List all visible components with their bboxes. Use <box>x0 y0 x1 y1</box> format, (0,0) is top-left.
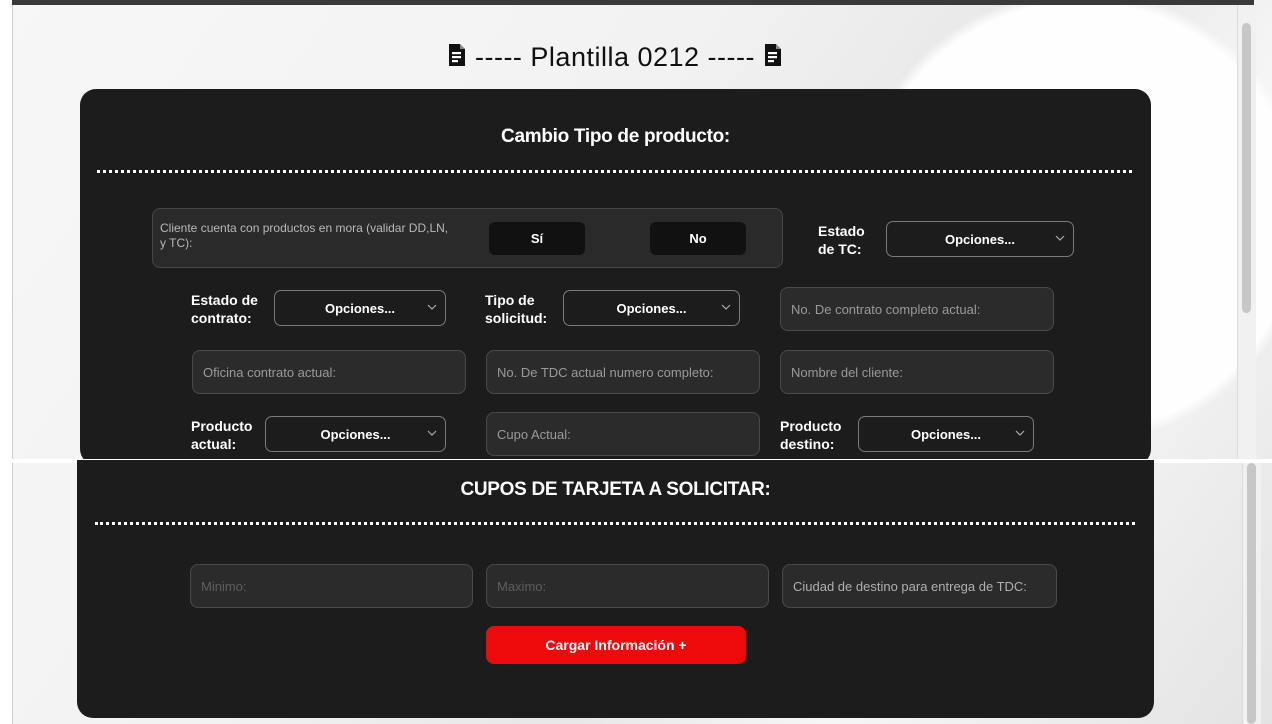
oficina-contrato-input[interactable]: Oficina contrato actual: <box>192 350 466 394</box>
cupo-actual-input[interactable]: Cupo Actual: <box>486 412 760 456</box>
tipo-solicitud-label: Tipo de solicitud: <box>485 292 548 326</box>
tipo-solicitud-value: Opciones... <box>616 300 687 316</box>
section-title-cambio: Cambio Tipo de producto: <box>501 126 730 147</box>
estado-tc-value: Opciones... <box>944 231 1016 247</box>
yes-button[interactable]: Sí <box>489 222 585 255</box>
nombre-cliente-input[interactable]: Nombre del cliente: <box>780 350 1054 394</box>
section-title-cupos: CUPOS DE TARJETA A SOLICITAR: <box>460 479 771 500</box>
chevron-down-icon <box>427 304 437 310</box>
producto-actual-select[interactable]: Opciones... <box>265 416 446 452</box>
mora-question-group: Cliente cuenta con productos en mora (va… <box>152 208 783 268</box>
scrollbar-thumb[interactable] <box>1242 23 1251 313</box>
scrollbar-thumb[interactable] <box>1247 463 1256 724</box>
producto-actual-label: Producto actual: <box>191 418 253 452</box>
page-title: ----- Plantilla 0212 ----- <box>0 42 1230 74</box>
minimo-input[interactable]: Minimo: <box>190 564 473 608</box>
window-top-border <box>12 0 1254 5</box>
window-left-edge <box>0 0 13 724</box>
cargar-informacion-button[interactable]: Cargar Información + <box>486 626 746 664</box>
no-button[interactable]: No <box>650 222 746 255</box>
chevron-down-icon <box>1015 430 1025 436</box>
chevron-down-icon <box>1055 235 1065 241</box>
estado-tc-label: Estado de TC: <box>818 223 865 257</box>
mora-question-label: Cliente cuenta con productos en mora (va… <box>160 221 449 250</box>
producto-destino-select[interactable]: Opciones... <box>858 416 1034 452</box>
estado-contrato-label: Estado de contrato: <box>191 292 258 326</box>
producto-actual-value: Opciones... <box>320 426 391 442</box>
document-icon <box>447 43 467 74</box>
estado-contrato-select[interactable]: Opciones... <box>274 290 446 326</box>
page-title-text: ----- Plantilla 0212 ----- <box>474 42 756 72</box>
contrato-completo-input[interactable]: No. De contrato completo actual: <box>780 287 1054 331</box>
tdc-actual-input[interactable]: No. De TDC actual numero completo: <box>486 350 760 394</box>
dotted-divider <box>95 522 1135 525</box>
chevron-down-icon <box>721 304 731 310</box>
scrollbar-bottom[interactable] <box>1242 463 1261 724</box>
document-icon <box>763 43 783 74</box>
scrollbar-top[interactable] <box>1237 5 1256 459</box>
estado-tc-select[interactable]: Opciones... <box>886 221 1074 257</box>
chevron-down-icon <box>427 430 437 436</box>
maximo-input[interactable]: Maximo: <box>486 564 769 608</box>
tipo-solicitud-select[interactable]: Opciones... <box>563 290 740 326</box>
producto-destino-value: Opciones... <box>910 426 982 442</box>
ciudad-destino-input[interactable]: Ciudad de destino para entrega de TDC: <box>782 564 1057 608</box>
dotted-divider <box>97 170 1132 173</box>
producto-destino-label: Producto destino: <box>780 418 842 452</box>
estado-contrato-value: Opciones... <box>324 300 396 316</box>
